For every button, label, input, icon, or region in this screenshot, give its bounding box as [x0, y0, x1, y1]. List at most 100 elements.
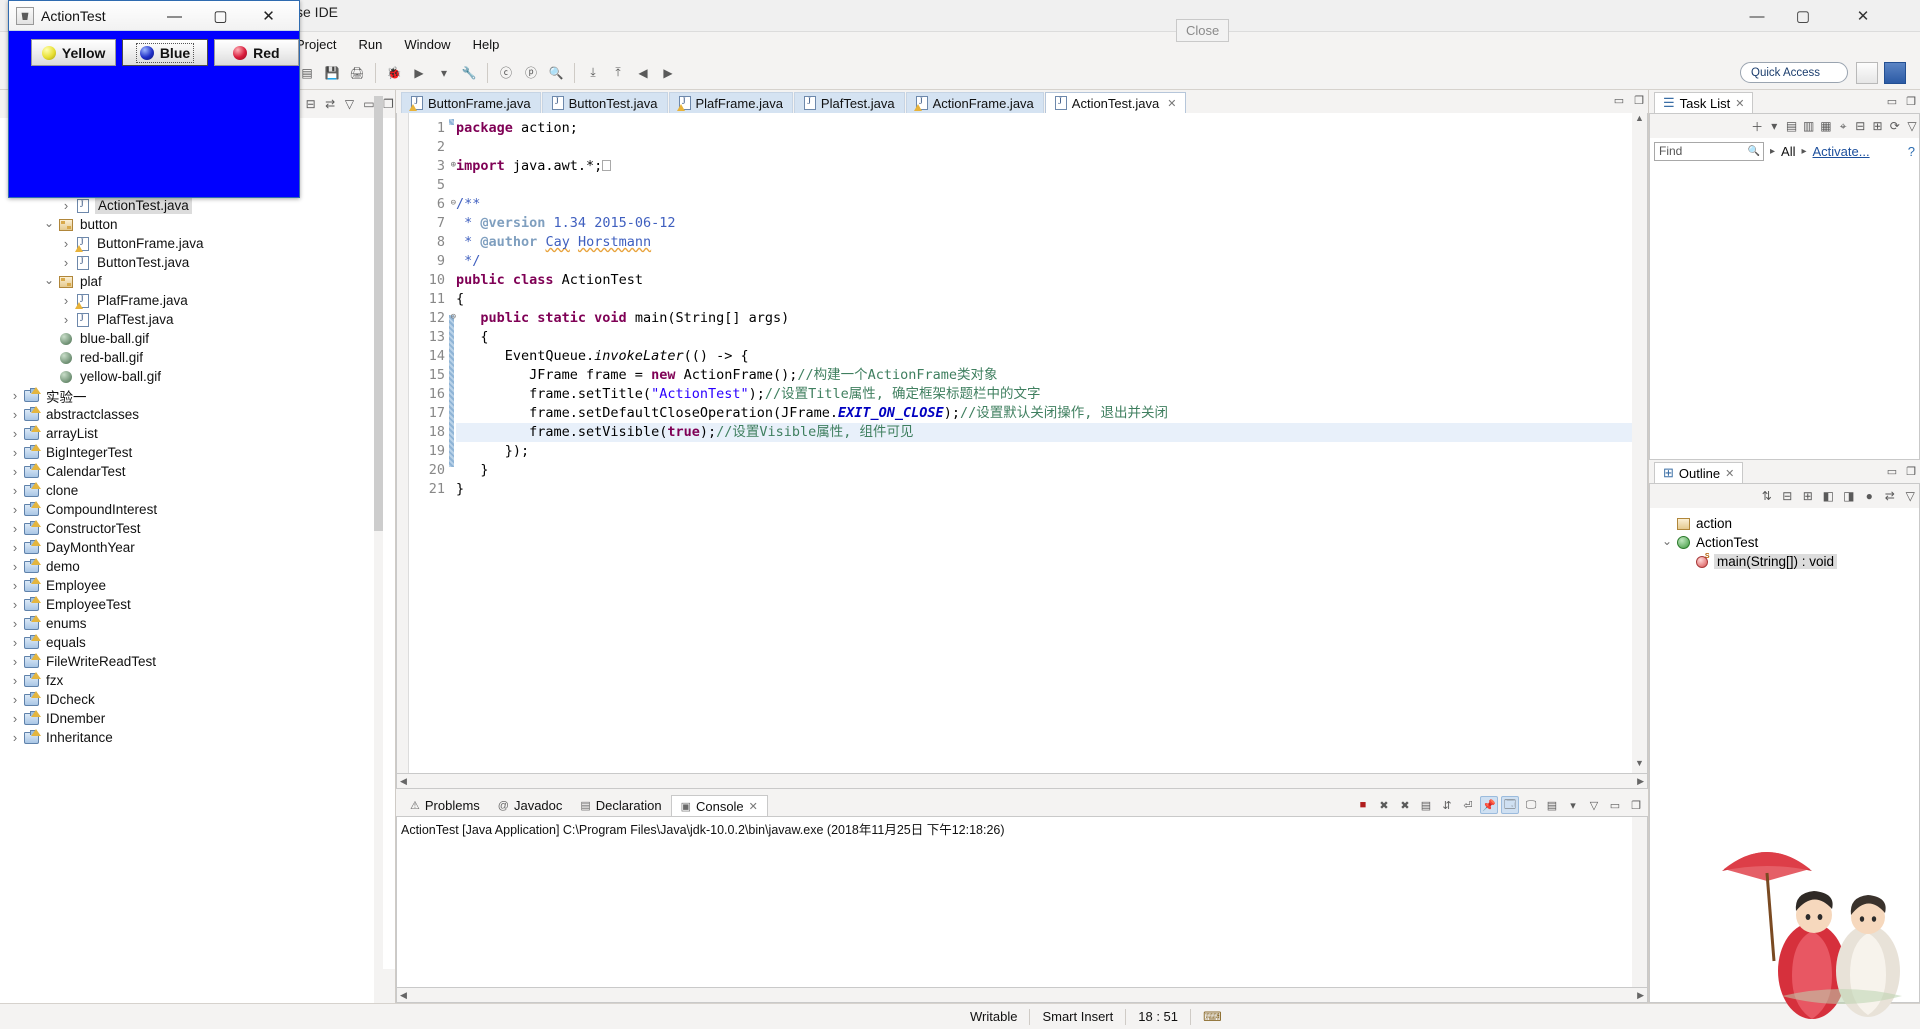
- chevron-right-icon[interactable]: [59, 293, 73, 308]
- hide-nonpublic-icon[interactable]: ●: [1861, 485, 1879, 507]
- help-icon[interactable]: ?: [1908, 144, 1915, 159]
- code-line[interactable]: JFrame frame = new ActionFrame();//构建一个A…: [456, 366, 1647, 385]
- external-tools-icon[interactable]: 🔧: [458, 62, 480, 84]
- outline-view-menu-icon[interactable]: ▽: [1902, 485, 1920, 507]
- task-activate-chevron-icon[interactable]: ▸: [1801, 146, 1806, 157]
- chevron-right-icon[interactable]: [8, 540, 22, 555]
- console-tab-problems[interactable]: ⚠ Problems: [401, 795, 489, 816]
- new-task-dropdown-icon[interactable]: ▾: [1767, 115, 1781, 137]
- editor-vertical-scrollbar[interactable]: ▲ ▼: [1632, 113, 1647, 773]
- remove-launch-icon[interactable]: ✖: [1375, 796, 1393, 814]
- run-dropdown-icon[interactable]: ▾: [433, 62, 455, 84]
- search-icon[interactable]: 🔍: [545, 62, 567, 84]
- code-line[interactable]: public static void main(String[] args): [456, 309, 1647, 328]
- chevron-right-icon[interactable]: [59, 198, 73, 213]
- console-scroll-right-icon[interactable]: ▶: [1637, 990, 1644, 1001]
- tab-outline[interactable]: ⊞ Outline ✕: [1654, 462, 1744, 483]
- window-close-button[interactable]: ✕: [1840, 0, 1886, 32]
- hide-static-icon[interactable]: ◨: [1840, 485, 1858, 507]
- app-button-blue[interactable]: Blue: [122, 39, 208, 66]
- save-icon[interactable]: 💾: [321, 62, 343, 84]
- collapse-tasks-icon[interactable]: ⊟: [1853, 115, 1867, 137]
- actiontest-app-window[interactable]: ActionTest — ▢ ✕ Yellow Blue Red: [8, 0, 300, 198]
- chevron-right-icon[interactable]: [59, 255, 73, 270]
- editor-tab-buttonframe-java[interactable]: ButtonFrame.java: [401, 92, 541, 113]
- show-console-icon[interactable]: 🗔: [1501, 796, 1519, 814]
- back-icon[interactable]: ◀: [632, 62, 654, 84]
- console-horizontal-scrollbar[interactable]: ◀ ▶: [396, 988, 1648, 1003]
- app-minimize-button[interactable]: —: [158, 1, 191, 31]
- new-task-icon[interactable]: ＋: [1750, 115, 1764, 137]
- console-maximize-icon[interactable]: ❐: [1627, 796, 1645, 814]
- console-output-area[interactable]: ActionTest [Java Application] C:\Program…: [396, 816, 1648, 988]
- forward-icon[interactable]: ▶: [657, 62, 679, 84]
- task-filter-all[interactable]: All: [1781, 144, 1795, 159]
- fold-collapse-icon[interactable]: ⊖: [447, 313, 456, 322]
- code-editor[interactable]: 1 2 3 ⊕ 5 6 ⊖ 7 8 9 10 11 12 ⊖ 13 14 15 16 17 18 19 20 21 pack…: [396, 113, 1648, 774]
- java-perspective-button[interactable]: [1884, 62, 1906, 84]
- console-scroll-left-icon[interactable]: ◀: [400, 990, 407, 1001]
- code-line[interactable]: /**: [456, 195, 1647, 214]
- task-activate-link[interactable]: Activate...: [1813, 144, 1870, 159]
- editor-tab-actiontest-java[interactable]: ActionTest.java ✕: [1044, 92, 1187, 113]
- run-icon[interactable]: ▶: [408, 62, 430, 84]
- task-view-menu-icon[interactable]: ▽: [1905, 115, 1919, 137]
- view-menu-icon[interactable]: ▽: [343, 93, 356, 115]
- code-line[interactable]: frame.setDefaultCloseOperation(JFrame.EX…: [456, 404, 1647, 423]
- open-perspective-button[interactable]: [1856, 62, 1878, 84]
- menu-item-run[interactable]: Run: [358, 37, 382, 52]
- tree-item-demo[interactable]: demo: [0, 557, 395, 576]
- chevron-right-icon[interactable]: [8, 407, 22, 422]
- task-list-maximize-icon[interactable]: ❐: [1906, 95, 1916, 108]
- presentation-icon[interactable]: ▦: [1819, 115, 1833, 137]
- hide-fields-icon[interactable]: ◧: [1820, 485, 1838, 507]
- tree-item-blue-ball-gif[interactable]: blue-ball.gif: [0, 329, 395, 348]
- tree-item-constructortest[interactable]: ConstructorTest: [0, 519, 395, 538]
- project-tree[interactable]: JRE System Library [JavaSE-10]srcactionA…: [0, 118, 395, 1003]
- editor-tab-close-icon[interactable]: ✕: [1167, 97, 1176, 110]
- fold-collapse-icon[interactable]: ⊖: [447, 199, 456, 208]
- task-filter-chevron-icon[interactable]: ▸: [1770, 146, 1775, 157]
- chevron-right-icon[interactable]: [8, 483, 22, 498]
- chevron-right-icon[interactable]: [8, 502, 22, 517]
- remove-all-launches-icon[interactable]: ✖: [1396, 796, 1414, 814]
- editor-tab-plafframe-java[interactable]: PlafFrame.java: [668, 92, 793, 113]
- open-console-dropdown-icon[interactable]: ▾: [1564, 796, 1582, 814]
- package-explorer-scroll-arrows[interactable]: [378, 969, 395, 1003]
- chevron-right-icon[interactable]: [8, 559, 22, 574]
- task-list-minimize-icon[interactable]: ▭: [1887, 95, 1897, 108]
- code-line[interactable]: frame.setVisible(true);//设置Visible属性, 组件…: [456, 423, 1647, 442]
- scrollbar-thumb[interactable]: [374, 96, 383, 531]
- tree-item-daymonthyear[interactable]: DayMonthYear: [0, 538, 395, 557]
- tree-item-fzx[interactable]: fzx: [0, 671, 395, 690]
- package-explorer-scrollbar[interactable]: [374, 90, 383, 1003]
- console-tab-declaration[interactable]: ▤ Declaration: [571, 795, 671, 816]
- quick-access-input[interactable]: Quick Access: [1740, 62, 1848, 83]
- outline-maximize-icon[interactable]: ❐: [1906, 465, 1916, 478]
- clear-console-icon[interactable]: ▤: [1417, 796, 1435, 814]
- tree-item-yellow-ball-gif[interactable]: yellow-ball.gif: [0, 367, 395, 386]
- code-line[interactable]: });: [456, 442, 1647, 461]
- chevron-right-icon[interactable]: [8, 616, 22, 631]
- prev-annotation-icon[interactable]: ⤒: [607, 62, 629, 84]
- app-close-button[interactable]: ✕: [252, 1, 285, 31]
- console-view-menu-icon[interactable]: ▽: [1585, 796, 1603, 814]
- code-line[interactable]: [456, 176, 1647, 195]
- editor-tab-bar[interactable]: ButtonFrame.java ButtonTest.java PlafFrame…: [396, 90, 1648, 113]
- expand-tasks-icon[interactable]: ⊞: [1870, 115, 1884, 137]
- tree-item-red-ball-gif[interactable]: red-ball.gif: [0, 348, 395, 367]
- scroll-right-icon[interactable]: ▶: [1637, 776, 1644, 787]
- focus-icon[interactable]: ⌖: [1836, 115, 1850, 137]
- tree-item-[interactable]: 实验一: [0, 386, 395, 405]
- code-line[interactable]: public class ActionTest: [456, 271, 1647, 290]
- debug-icon[interactable]: 🐞: [383, 62, 405, 84]
- chevron-right-icon[interactable]: [8, 730, 22, 745]
- chevron-right-icon[interactable]: [59, 312, 73, 327]
- new-class-icon[interactable]: ⓒ: [495, 62, 517, 84]
- tree-item-equals[interactable]: equals: [0, 633, 395, 652]
- chevron-right-icon[interactable]: [8, 464, 22, 479]
- tree-item-abstractclasses[interactable]: abstractclasses: [0, 405, 395, 424]
- task-list-close-icon[interactable]: ✕: [1735, 97, 1744, 110]
- chevron-right-icon[interactable]: [8, 578, 22, 593]
- chevron-right-icon[interactable]: [8, 711, 22, 726]
